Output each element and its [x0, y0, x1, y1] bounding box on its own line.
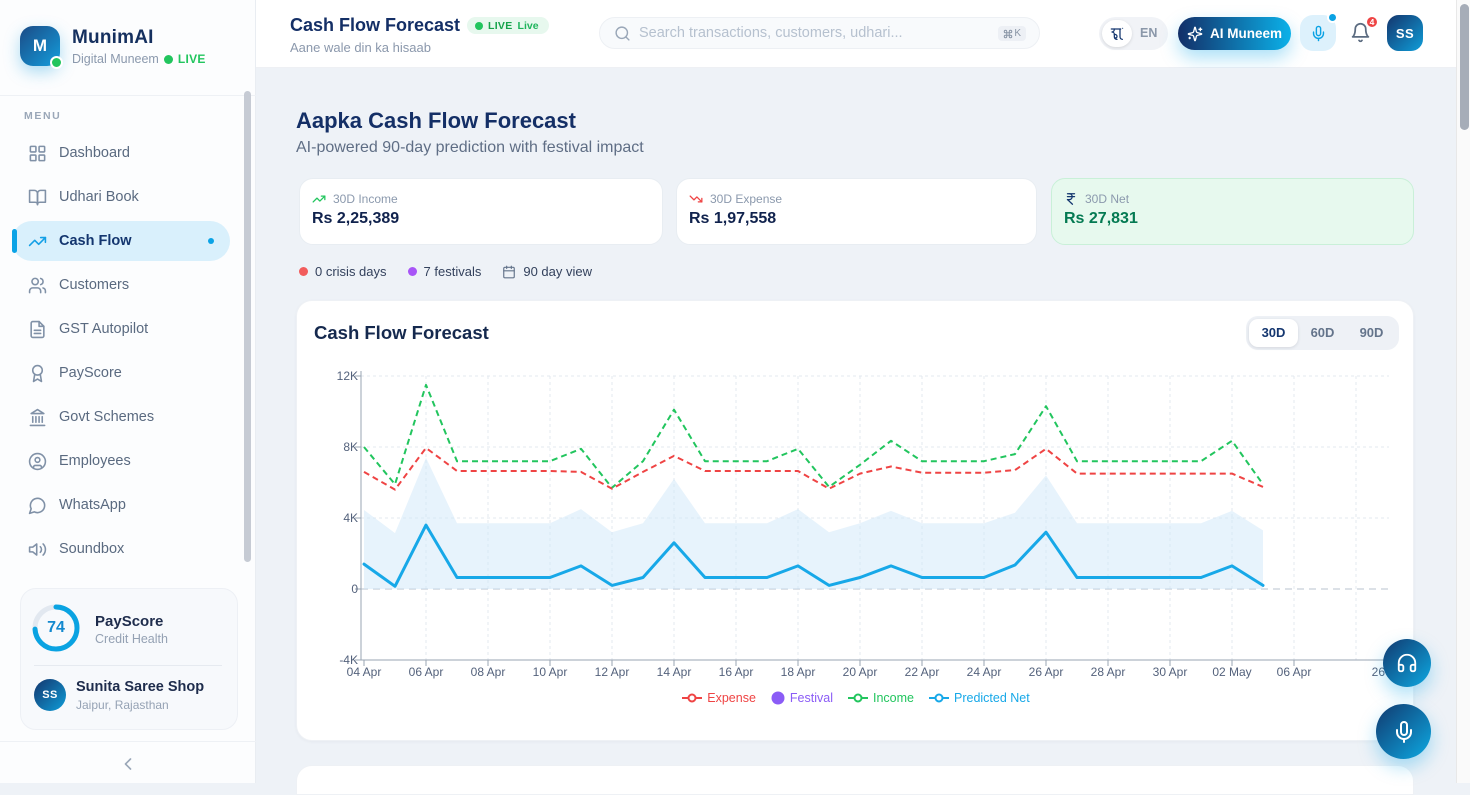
svg-text:18 Apr: 18 Apr — [781, 665, 816, 679]
svg-text:8K: 8K — [343, 440, 358, 454]
svg-text:08 Apr: 08 Apr — [471, 665, 506, 679]
svg-text:06 Apr: 06 Apr — [1277, 665, 1312, 679]
svg-text:0: 0 — [351, 582, 358, 596]
svg-text:24 Apr: 24 Apr — [967, 665, 1002, 679]
svg-text:26 Apr: 26 Apr — [1029, 665, 1064, 679]
svg-text:10 Apr: 10 Apr — [533, 665, 568, 679]
svg-text:16 Apr: 16 Apr — [719, 665, 754, 679]
svg-text:20 Apr: 20 Apr — [843, 665, 878, 679]
svg-text:02 May: 02 May — [1212, 665, 1251, 679]
svg-text:22 Apr: 22 Apr — [905, 665, 940, 679]
svg-text:12K: 12K — [337, 369, 358, 383]
svg-text:4K: 4K — [343, 511, 358, 525]
svg-text:14 Apr: 14 Apr — [657, 665, 692, 679]
svg-text:-4K: -4K — [339, 653, 358, 667]
svg-text:28 Apr: 28 Apr — [1091, 665, 1126, 679]
svg-text:04 Apr: 04 Apr — [347, 665, 382, 679]
svg-text:12 Apr: 12 Apr — [595, 665, 630, 679]
svg-text:06 Apr: 06 Apr — [409, 665, 444, 679]
svg-text:30 Apr: 30 Apr — [1153, 665, 1188, 679]
